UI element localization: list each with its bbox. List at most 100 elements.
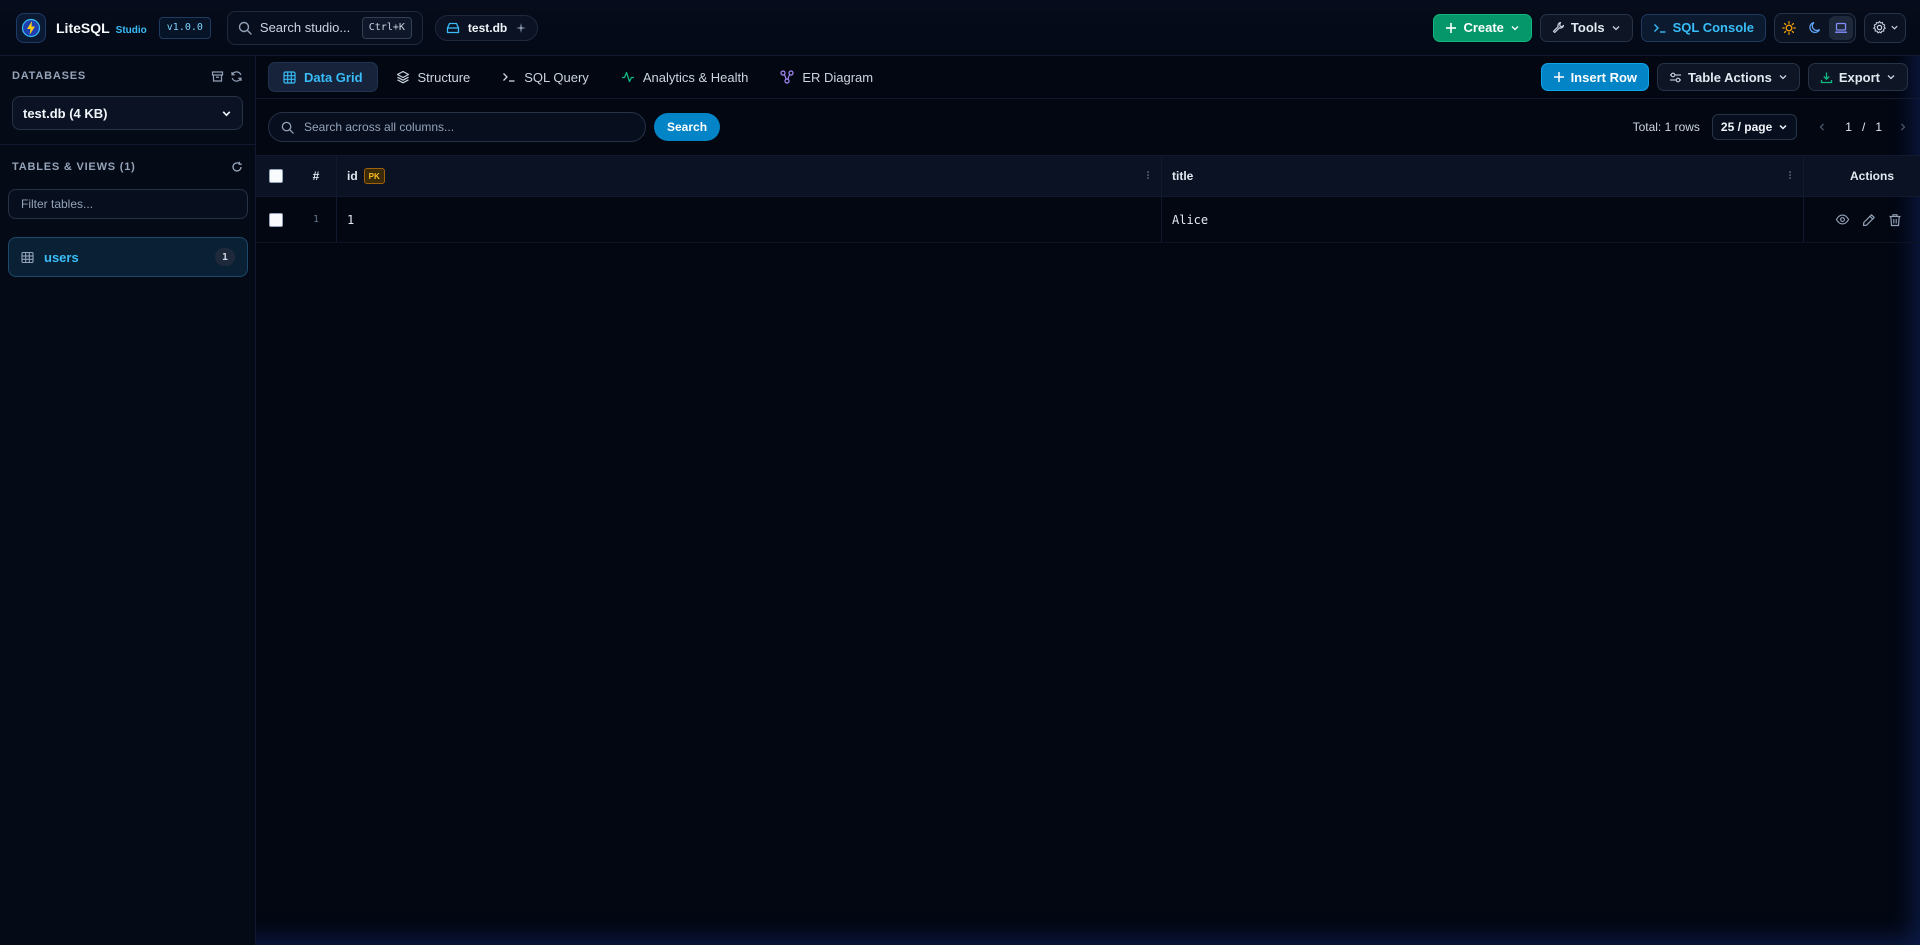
chevron-down-icon [1890,25,1898,30]
main-panel: Data Grid Structure SQL Query Analytics … [256,56,1920,945]
databases-section-header: DATABASES [0,66,255,86]
chevron-down-icon [1612,25,1620,30]
active-db-name: test.db [467,20,508,35]
trash-icon[interactable] [1888,213,1902,227]
brand-subtitle: Studio [115,24,147,36]
terminal-icon [503,73,515,82]
create-label: Create [1463,20,1504,35]
column-resize-handle[interactable]: ⋮ [1143,171,1153,182]
tab-analytics[interactable]: Analytics & Health [607,62,763,92]
moon-icon [1808,21,1820,34]
network-icon [780,70,794,84]
chevron-down-icon [1887,75,1895,80]
search-icon [281,121,294,134]
tab-label: Data Grid [304,69,363,85]
sql-console-label: SQL Console [1672,20,1754,35]
cell-value: Alice [1172,212,1209,227]
row-checkbox[interactable] [269,212,283,227]
page-indicator: 1 / 1 [1809,120,1908,134]
page-current: 1 [1845,120,1852,134]
refresh-icon[interactable] [230,70,243,83]
column-search[interactable] [268,112,646,142]
download-icon [1820,72,1832,83]
archive-icon[interactable] [211,70,224,83]
gear-icon [1872,20,1886,34]
chevron-down-icon [1779,124,1787,130]
column-header-title[interactable]: title ⋮ [1162,156,1804,196]
search-button[interactable]: Search [654,113,721,141]
column-resize-handle[interactable]: ⋮ [1785,171,1795,182]
table-row[interactable]: 1 1 Alice [256,197,1920,243]
sparkle-icon[interactable] [515,22,527,34]
tab-label: Analytics & Health [642,69,749,85]
tab-er-diagram[interactable]: ER Diagram [766,62,887,92]
chevron-left-icon[interactable] [1817,122,1827,132]
tab-structure[interactable]: Structure [382,62,485,92]
tab-data-grid[interactable]: Data Grid [268,62,378,92]
row-count-badge: 1 [215,248,235,266]
page-size-value: 25 / page [1720,120,1773,134]
plus-icon [1553,72,1564,82]
insert-row-label: Insert Row [1570,69,1638,85]
column-search-input[interactable] [304,120,624,134]
primary-key-badge: PK [363,168,385,184]
settings-button[interactable] [1864,12,1906,43]
export-label: Export [1838,69,1880,85]
column-name: title [1172,169,1194,183]
sliders-icon [1670,72,1682,82]
insert-row-button[interactable]: Insert Row [1540,63,1650,91]
export-button[interactable]: Export [1807,63,1908,91]
app-logo[interactable] [16,12,46,43]
brand-name: LiteSQL [56,19,110,36]
tab-label: SQL Query [524,69,589,85]
row-number: 1 [312,214,320,225]
header-actions: Create Tools SQL Console [1433,12,1906,43]
selected-database: test.db (4 KB) [23,105,108,121]
tab-sql-query[interactable]: SQL Query [488,62,603,92]
sidebar-item-users[interactable]: users 1 [8,237,248,277]
select-all-checkbox[interactable] [269,169,283,183]
actions-header-label: Actions [1849,169,1894,183]
grid-icon [283,70,296,84]
database-select[interactable]: test.db (4 KB) [12,96,243,130]
studio-search[interactable]: Search studio... Ctrl+K [226,10,423,45]
sun-icon [1782,20,1796,35]
light-theme-button[interactable] [1777,16,1801,40]
filter-tables-input[interactable] [8,189,248,219]
cell-id[interactable]: 1 [336,197,1162,242]
pagination: Total: 1 rows 25 / page 1 / 1 [1633,114,1908,140]
page-total: 1 [1875,120,1882,134]
search-icon [238,21,252,35]
row-actions [1804,197,1920,242]
sql-console-button[interactable]: SQL Console [1640,13,1766,42]
column-header-id[interactable]: id PK ⋮ [336,156,1162,196]
table-actions-button[interactable]: Table Actions [1657,63,1800,91]
database-drive-icon [446,22,460,33]
grid-header: # id PK ⋮ title ⋮ Actions [256,155,1920,197]
cell-value: 1 [347,212,355,227]
chevron-down-icon [1511,25,1519,30]
version-badge: v1.0.0 [158,16,211,39]
create-button[interactable]: Create [1433,13,1532,42]
sidebar-divider [0,144,255,145]
actions-header: Actions [1804,156,1920,196]
system-theme-button[interactable] [1829,15,1853,40]
page-separator: / [1861,120,1866,134]
cell-title[interactable]: Alice [1162,197,1804,242]
active-db-chip[interactable]: test.db [434,14,539,41]
dark-theme-button[interactable] [1803,16,1827,40]
pencil-icon[interactable] [1862,213,1876,227]
tables-section-header: TABLES & VIEWS (1) [0,157,255,177]
tools-button[interactable]: Tools [1539,13,1633,42]
refresh-tables-icon[interactable] [231,161,243,173]
table-actions-bar: Insert Row Table Actions Export [1540,63,1908,91]
layers-icon [396,70,409,84]
chevron-right-icon[interactable] [1898,122,1908,132]
grid-toolbar: Search Total: 1 rows 25 / page 1 / 1 [256,99,1920,155]
column-name: id [347,169,358,183]
laptop-icon [1835,22,1847,33]
page-size-select[interactable]: 25 / page [1711,114,1798,140]
view-tabs: Data Grid Structure SQL Query Analytics … [256,56,1920,99]
app-window: LiteSQL Studio v1.0.0 Search studio... C… [0,0,1920,945]
eye-icon[interactable] [1835,212,1850,227]
